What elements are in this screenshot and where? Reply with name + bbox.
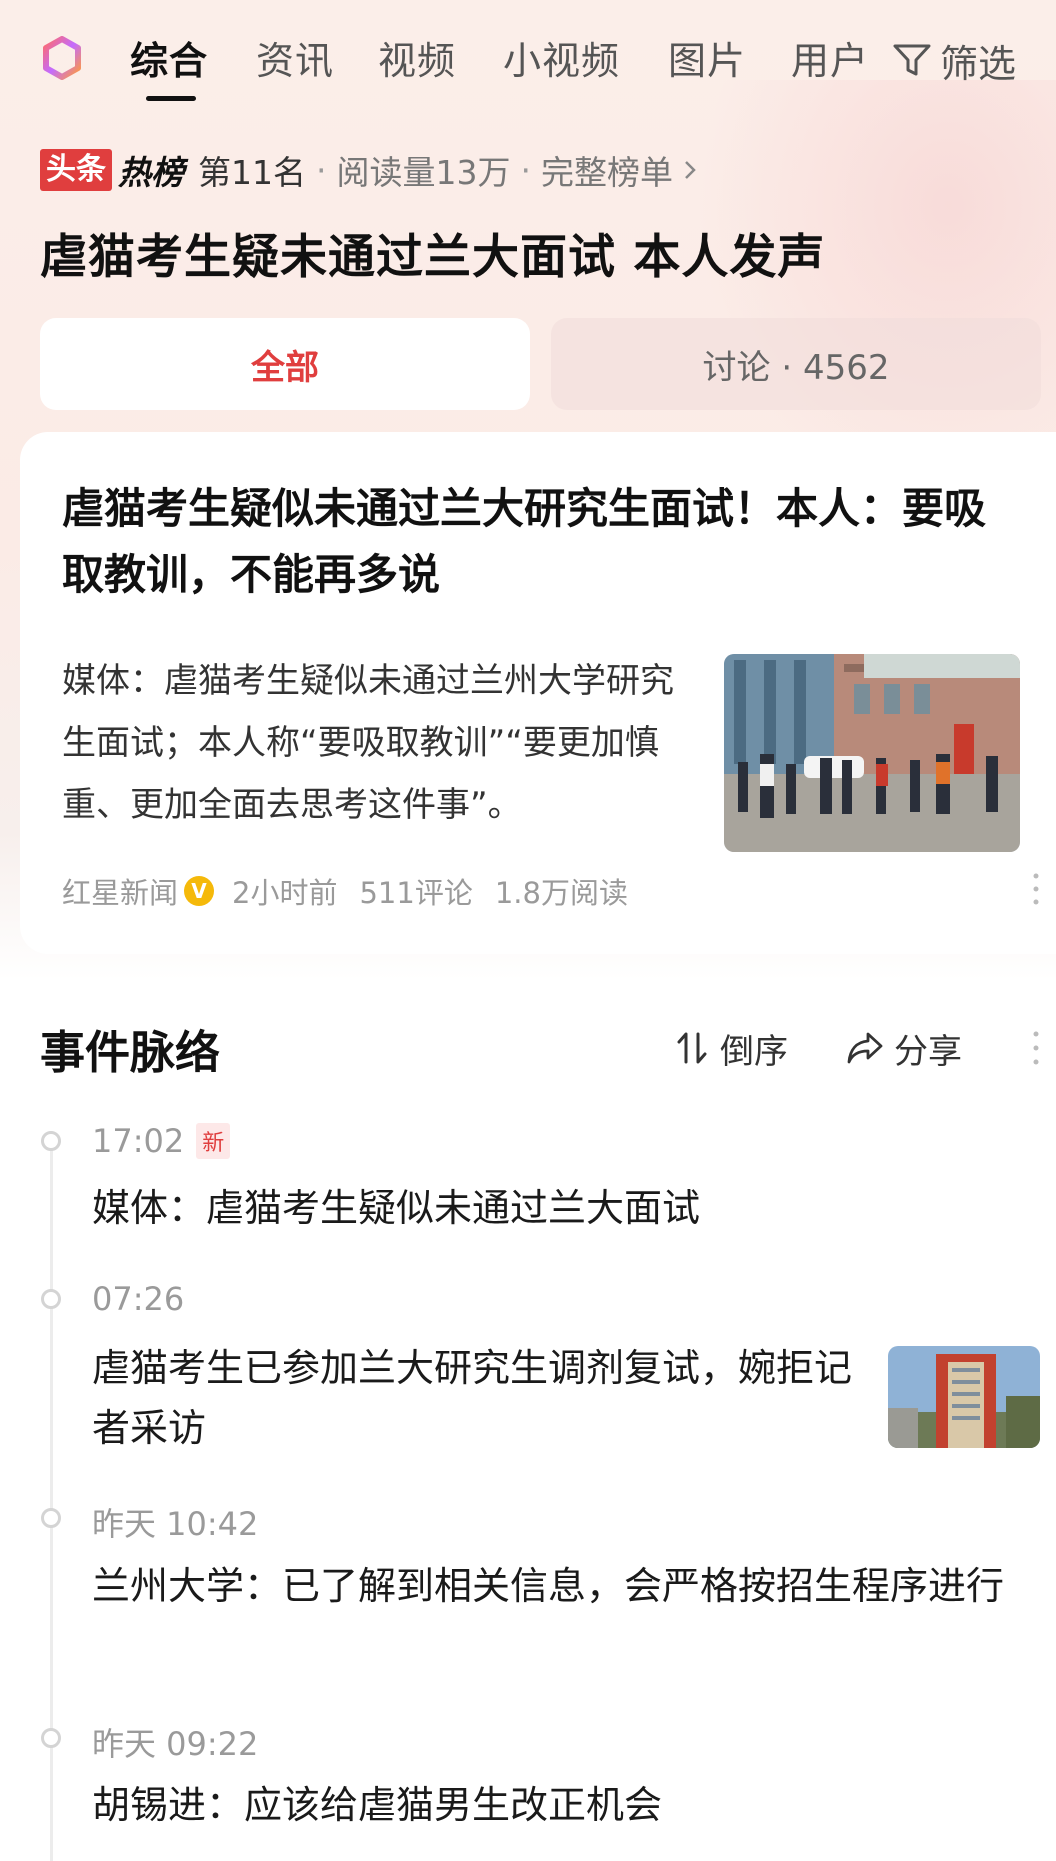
timeline-line [50, 1142, 53, 1861]
separator-dot: · [520, 150, 532, 190]
timeline-item-time: 17:02 新 [92, 1122, 231, 1160]
active-tab-indicator [146, 96, 196, 101]
more-options-icon[interactable] [1032, 1030, 1040, 1066]
article-time: 2小时前 [232, 876, 338, 910]
filter-label: 筛选 [940, 41, 1017, 86]
chevron-right-icon [685, 161, 696, 179]
timeline-dot [41, 1508, 61, 1528]
tab-general[interactable]: 综合 [130, 30, 208, 85]
timeline-dot [41, 1131, 61, 1151]
sort-reverse-button[interactable]: 倒序 [676, 1024, 788, 1072]
tab-short-videos[interactable]: 小视频 [503, 30, 620, 85]
tab-users[interactable]: 用户 [791, 30, 869, 85]
topic-headline: 虐猫考生疑未通过兰大面试 本人发声 [40, 230, 826, 285]
timeline-item-time: 昨天 10:42 [92, 1505, 259, 1543]
new-badge: 新 [196, 1123, 231, 1159]
more-options-icon[interactable] [1032, 872, 1040, 906]
share-icon [847, 1032, 883, 1064]
hotlist-info: 头条 热榜 第11名 · 阅读量13万 · 完整榜单 [40, 148, 701, 192]
share-button[interactable]: 分享 [846, 1024, 962, 1072]
timeline-item-time: 07:26 [92, 1280, 185, 1318]
share-label: 分享 [894, 1031, 962, 1072]
article-image[interactable] [724, 654, 1020, 852]
article-source[interactable]: 红星新闻 [62, 870, 178, 912]
timeline-item-text[interactable]: 胡锡进：应该给虐猫男生改正机会 [92, 1775, 1032, 1835]
article-card[interactable]: 虐猫考生疑似未通过兰大研究生面试！本人：要吸取教训，不能再多说 媒体：虐猫考生疑… [20, 432, 1056, 954]
article-meta: 红星新闻 V 2小时前 511评论 1.8万阅读 [62, 870, 628, 912]
article-summary: 媒体：虐猫考生疑似未通过兰州大学研究生面试；本人称“要吸取教训”“要更加慎重、更… [62, 661, 674, 825]
article-comments: 511评论 [359, 876, 473, 910]
tab-videos[interactable]: 视频 [378, 30, 456, 85]
timeline-item-text[interactable]: 虐猫考生已参加兰大研究生调剂复试，婉拒记者采访 [92, 1338, 862, 1458]
app-logo-icon [43, 36, 81, 80]
filter-button[interactable]: 筛选 [892, 30, 1016, 90]
separator-dot: · [316, 150, 327, 190]
tab-images[interactable]: 图片 [668, 30, 746, 85]
timeline-thumbnail[interactable] [888, 1346, 1040, 1448]
hotlist-badge: 热榜 [118, 153, 184, 192]
verified-badge-icon: V [184, 876, 215, 906]
tab-news[interactable]: 资讯 [256, 30, 334, 85]
timeline-dot [41, 1728, 61, 1748]
filter-icon [893, 44, 931, 76]
timeline-time-text: 17:02 [92, 1122, 185, 1160]
timeline-item-time: 昨天 09:22 [92, 1725, 259, 1763]
article-reads: 1.8万阅读 [494, 876, 628, 910]
segment-all[interactable]: 全部 [40, 318, 530, 410]
hotlist-rank: 第11名 [198, 153, 306, 192]
sort-icon [677, 1032, 707, 1064]
timeline-item-text[interactable]: 媒体：虐猫考生疑似未通过兰大面试 [92, 1178, 1032, 1238]
hotlist-reads: 阅读量13万 [336, 153, 511, 192]
search-tab-bar: 综合 资讯 视频 小视频 图片 用户 筛选 [0, 0, 1056, 118]
sort-label: 倒序 [720, 1031, 788, 1072]
toutiao-badge: 头条 [40, 149, 112, 191]
full-list-link[interactable]: 完整榜单 [541, 146, 673, 194]
article-title[interactable]: 虐猫考生疑似未通过兰大研究生面试！本人：要吸取教训，不能再多说 [62, 476, 1002, 608]
segment-discussion[interactable]: 讨论 · 4562 [551, 318, 1041, 410]
timeline-heading: 事件脉络 [40, 1026, 221, 1079]
timeline-item-text[interactable]: 兰州大学：已了解到相关信息，会严格按招生程序进行 [92, 1556, 1052, 1616]
timeline-dot [41, 1289, 61, 1309]
